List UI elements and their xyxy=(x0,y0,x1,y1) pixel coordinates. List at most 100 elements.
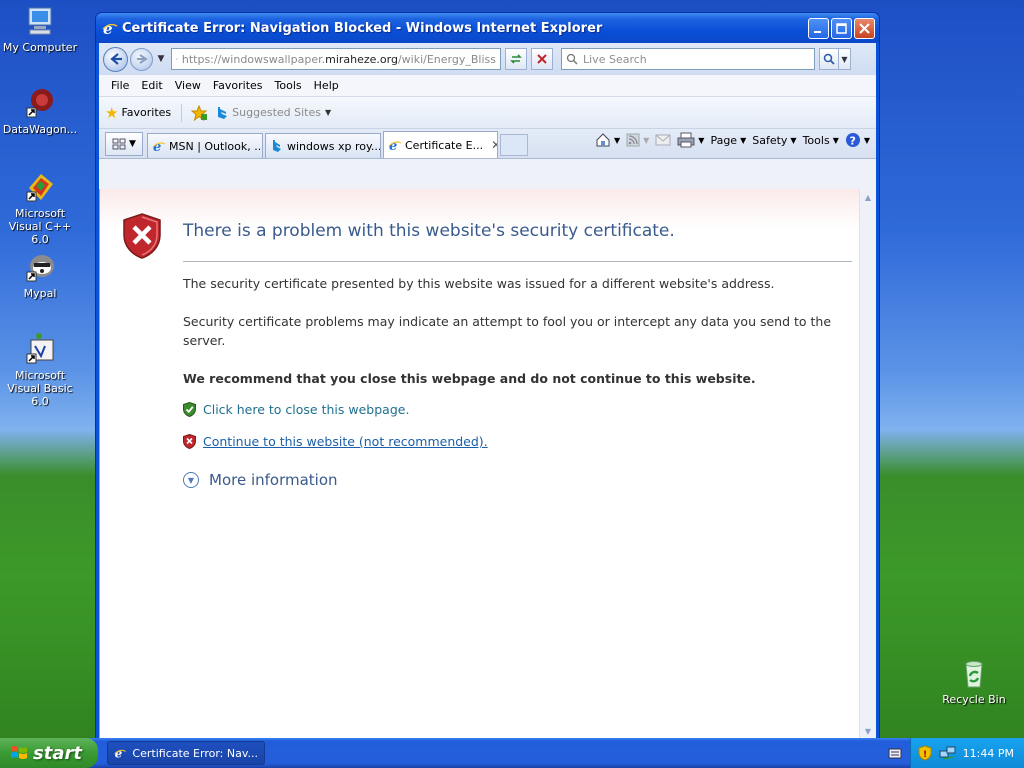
forward-button[interactable] xyxy=(130,47,153,71)
refresh-icon xyxy=(510,54,522,64)
menu-file[interactable]: File xyxy=(105,79,135,92)
ie-icon: e xyxy=(152,140,166,153)
svg-text:e: e xyxy=(115,747,122,761)
red-shield-icon xyxy=(183,434,196,449)
new-tab-button[interactable] xyxy=(500,134,528,156)
ie-icon: e xyxy=(388,139,402,152)
star-icon: ★ xyxy=(105,103,119,122)
close-webpage-option[interactable]: Click here to close this webpage. xyxy=(183,402,409,417)
page-menu-button[interactable]: Page ▼ xyxy=(710,134,746,147)
close-button[interactable] xyxy=(854,17,875,39)
clock[interactable]: 11:44 PM xyxy=(963,747,1014,760)
security-shield-icon[interactable]: ! xyxy=(917,745,933,761)
maximize-icon xyxy=(836,22,847,34)
more-information-label: More information xyxy=(209,471,338,489)
tab-certificate-error[interactable]: e Certificate E... ✕ xyxy=(383,131,498,158)
minimize-button[interactable] xyxy=(808,17,829,39)
chevron-down-icon: ▼ xyxy=(832,135,839,145)
tab-close-icon[interactable]: ✕ xyxy=(491,138,497,152)
close-webpage-link[interactable]: Click here to close this webpage. xyxy=(203,402,409,417)
visual-basic-icon xyxy=(26,333,54,364)
desktop-icon-visual-cpp[interactable]: Microsoft Visual C++ 6.0 xyxy=(0,170,80,246)
chevron-down-icon: ▼ xyxy=(613,135,621,145)
search-input[interactable]: Live Search xyxy=(561,48,815,70)
safety-menu-label: Safety xyxy=(752,133,788,147)
menu-view[interactable]: View xyxy=(169,79,207,92)
search-options-dropdown[interactable]: ▼ xyxy=(839,48,851,70)
chevron-down-icon: ▼ xyxy=(790,135,797,145)
window-title: Certificate Error: Navigation Blocked - … xyxy=(122,20,603,36)
desktop-icon-my-computer[interactable]: My Computer xyxy=(0,4,80,54)
read-mail-button[interactable] xyxy=(655,134,671,146)
back-button[interactable] xyxy=(103,46,128,72)
bing-icon xyxy=(273,140,281,152)
address-bar[interactable]: e https://windowswallpaper. miraheze.org /… xyxy=(171,48,501,70)
tab-msn[interactable]: e MSN | Outlook, ... xyxy=(147,133,263,158)
recent-pages-dropdown[interactable]: ▼ xyxy=(155,54,167,64)
favorites-button[interactable]: ★ Favorites xyxy=(105,103,183,122)
system-tray: ! 11:44 PM xyxy=(910,738,1024,768)
tab-bing-search[interactable]: windows xp roy... xyxy=(265,133,381,158)
divider xyxy=(183,261,852,262)
print-button[interactable]: ▼ xyxy=(677,132,704,148)
svg-text:!: ! xyxy=(923,750,927,760)
keyboard-icon[interactable] xyxy=(888,746,902,760)
tab-list-dropdown-icon: ▼ xyxy=(129,139,136,149)
search-button[interactable] xyxy=(819,48,839,70)
ie-window: e Certificate Error: Navigation Blocked … xyxy=(95,12,880,740)
desktop-icon-visual-basic[interactable]: Microsoft Visual Basic 6.0 xyxy=(0,332,80,408)
search-placeholder: Live Search xyxy=(583,52,647,66)
back-arrow-icon xyxy=(109,53,122,65)
home-button[interactable]: ▼ xyxy=(595,132,620,148)
title-bar[interactable]: e Certificate Error: Navigation Blocked … xyxy=(96,13,879,43)
page-menu-label: Page xyxy=(710,133,738,147)
taskbar-ie-window-button[interactable]: e Certificate Error: Nav... xyxy=(107,741,265,765)
desktop-icon-label: My Computer xyxy=(2,41,78,54)
maximize-button[interactable] xyxy=(831,17,852,39)
help-icon: ? xyxy=(845,133,860,148)
add-to-favorites-icon[interactable] xyxy=(190,104,208,121)
desktop-icon-label: Microsoft Visual Basic 6.0 xyxy=(7,369,73,408)
datawagon-icon xyxy=(26,89,53,118)
mail-icon xyxy=(655,134,671,146)
scroll-down-icon[interactable]: ▼ xyxy=(860,723,876,739)
quick-tabs-button[interactable]: ▼ xyxy=(105,132,143,156)
address-domain: miraheze.org xyxy=(325,52,398,66)
error-shield-icon xyxy=(123,213,161,259)
menu-edit[interactable]: Edit xyxy=(135,79,168,92)
bing-icon xyxy=(218,106,228,119)
ie-icon: e xyxy=(114,747,126,761)
vertical-scrollbar[interactable]: ▲ ▼ xyxy=(859,189,876,739)
desktop-icon-mypal[interactable]: Mypal xyxy=(0,250,80,300)
expand-chevron-icon: ▼ xyxy=(183,472,199,488)
chevron-down-icon: ▼ xyxy=(643,135,650,145)
continue-link[interactable]: Continue to this website (not recommende… xyxy=(203,434,488,449)
desktop-icon-recycle-bin[interactable]: Recycle Bin xyxy=(934,656,1014,706)
minimize-icon xyxy=(814,30,821,33)
menu-help[interactable]: Help xyxy=(308,79,345,92)
tools-menu-button[interactable]: Tools ▼ xyxy=(803,134,839,147)
scroll-up-icon[interactable]: ▲ xyxy=(860,189,876,205)
start-button[interactable]: start xyxy=(0,738,98,768)
refresh-button[interactable] xyxy=(505,48,527,70)
page-title: There is a problem with this website's s… xyxy=(183,221,675,241)
continue-option[interactable]: Continue to this website (not recommende… xyxy=(183,434,488,449)
error-description: The security certificate presented by th… xyxy=(183,276,775,291)
stop-icon xyxy=(537,54,547,64)
tab-bar: ▼ e MSN | Outlook, ... windows xp roy...… xyxy=(99,129,876,159)
safety-menu-button[interactable]: Safety ▼ xyxy=(752,134,796,147)
mypal-icon xyxy=(26,255,54,282)
feeds-button[interactable]: ▼ xyxy=(626,133,649,147)
suggested-sites-button[interactable]: Suggested Sites ▼ xyxy=(216,106,331,120)
menu-favorites[interactable]: Favorites xyxy=(207,79,269,92)
network-icon[interactable] xyxy=(939,745,957,761)
favorites-label: Favorites xyxy=(121,106,172,119)
help-menu-button[interactable]: ? ▼ xyxy=(845,132,870,148)
visual-cpp-icon xyxy=(26,174,53,202)
more-information-toggle[interactable]: ▼ More information xyxy=(183,471,338,489)
stop-button[interactable] xyxy=(531,48,553,70)
command-bar: ▼ ▼ ▼ Page ▼ Safety ▼ Tools ▼ ? ▼ xyxy=(595,132,870,148)
tab-label: Certificate E... xyxy=(405,138,484,152)
menu-tools[interactable]: Tools xyxy=(269,79,308,92)
desktop-icon-datawagon[interactable]: DataWagon... xyxy=(0,86,80,136)
